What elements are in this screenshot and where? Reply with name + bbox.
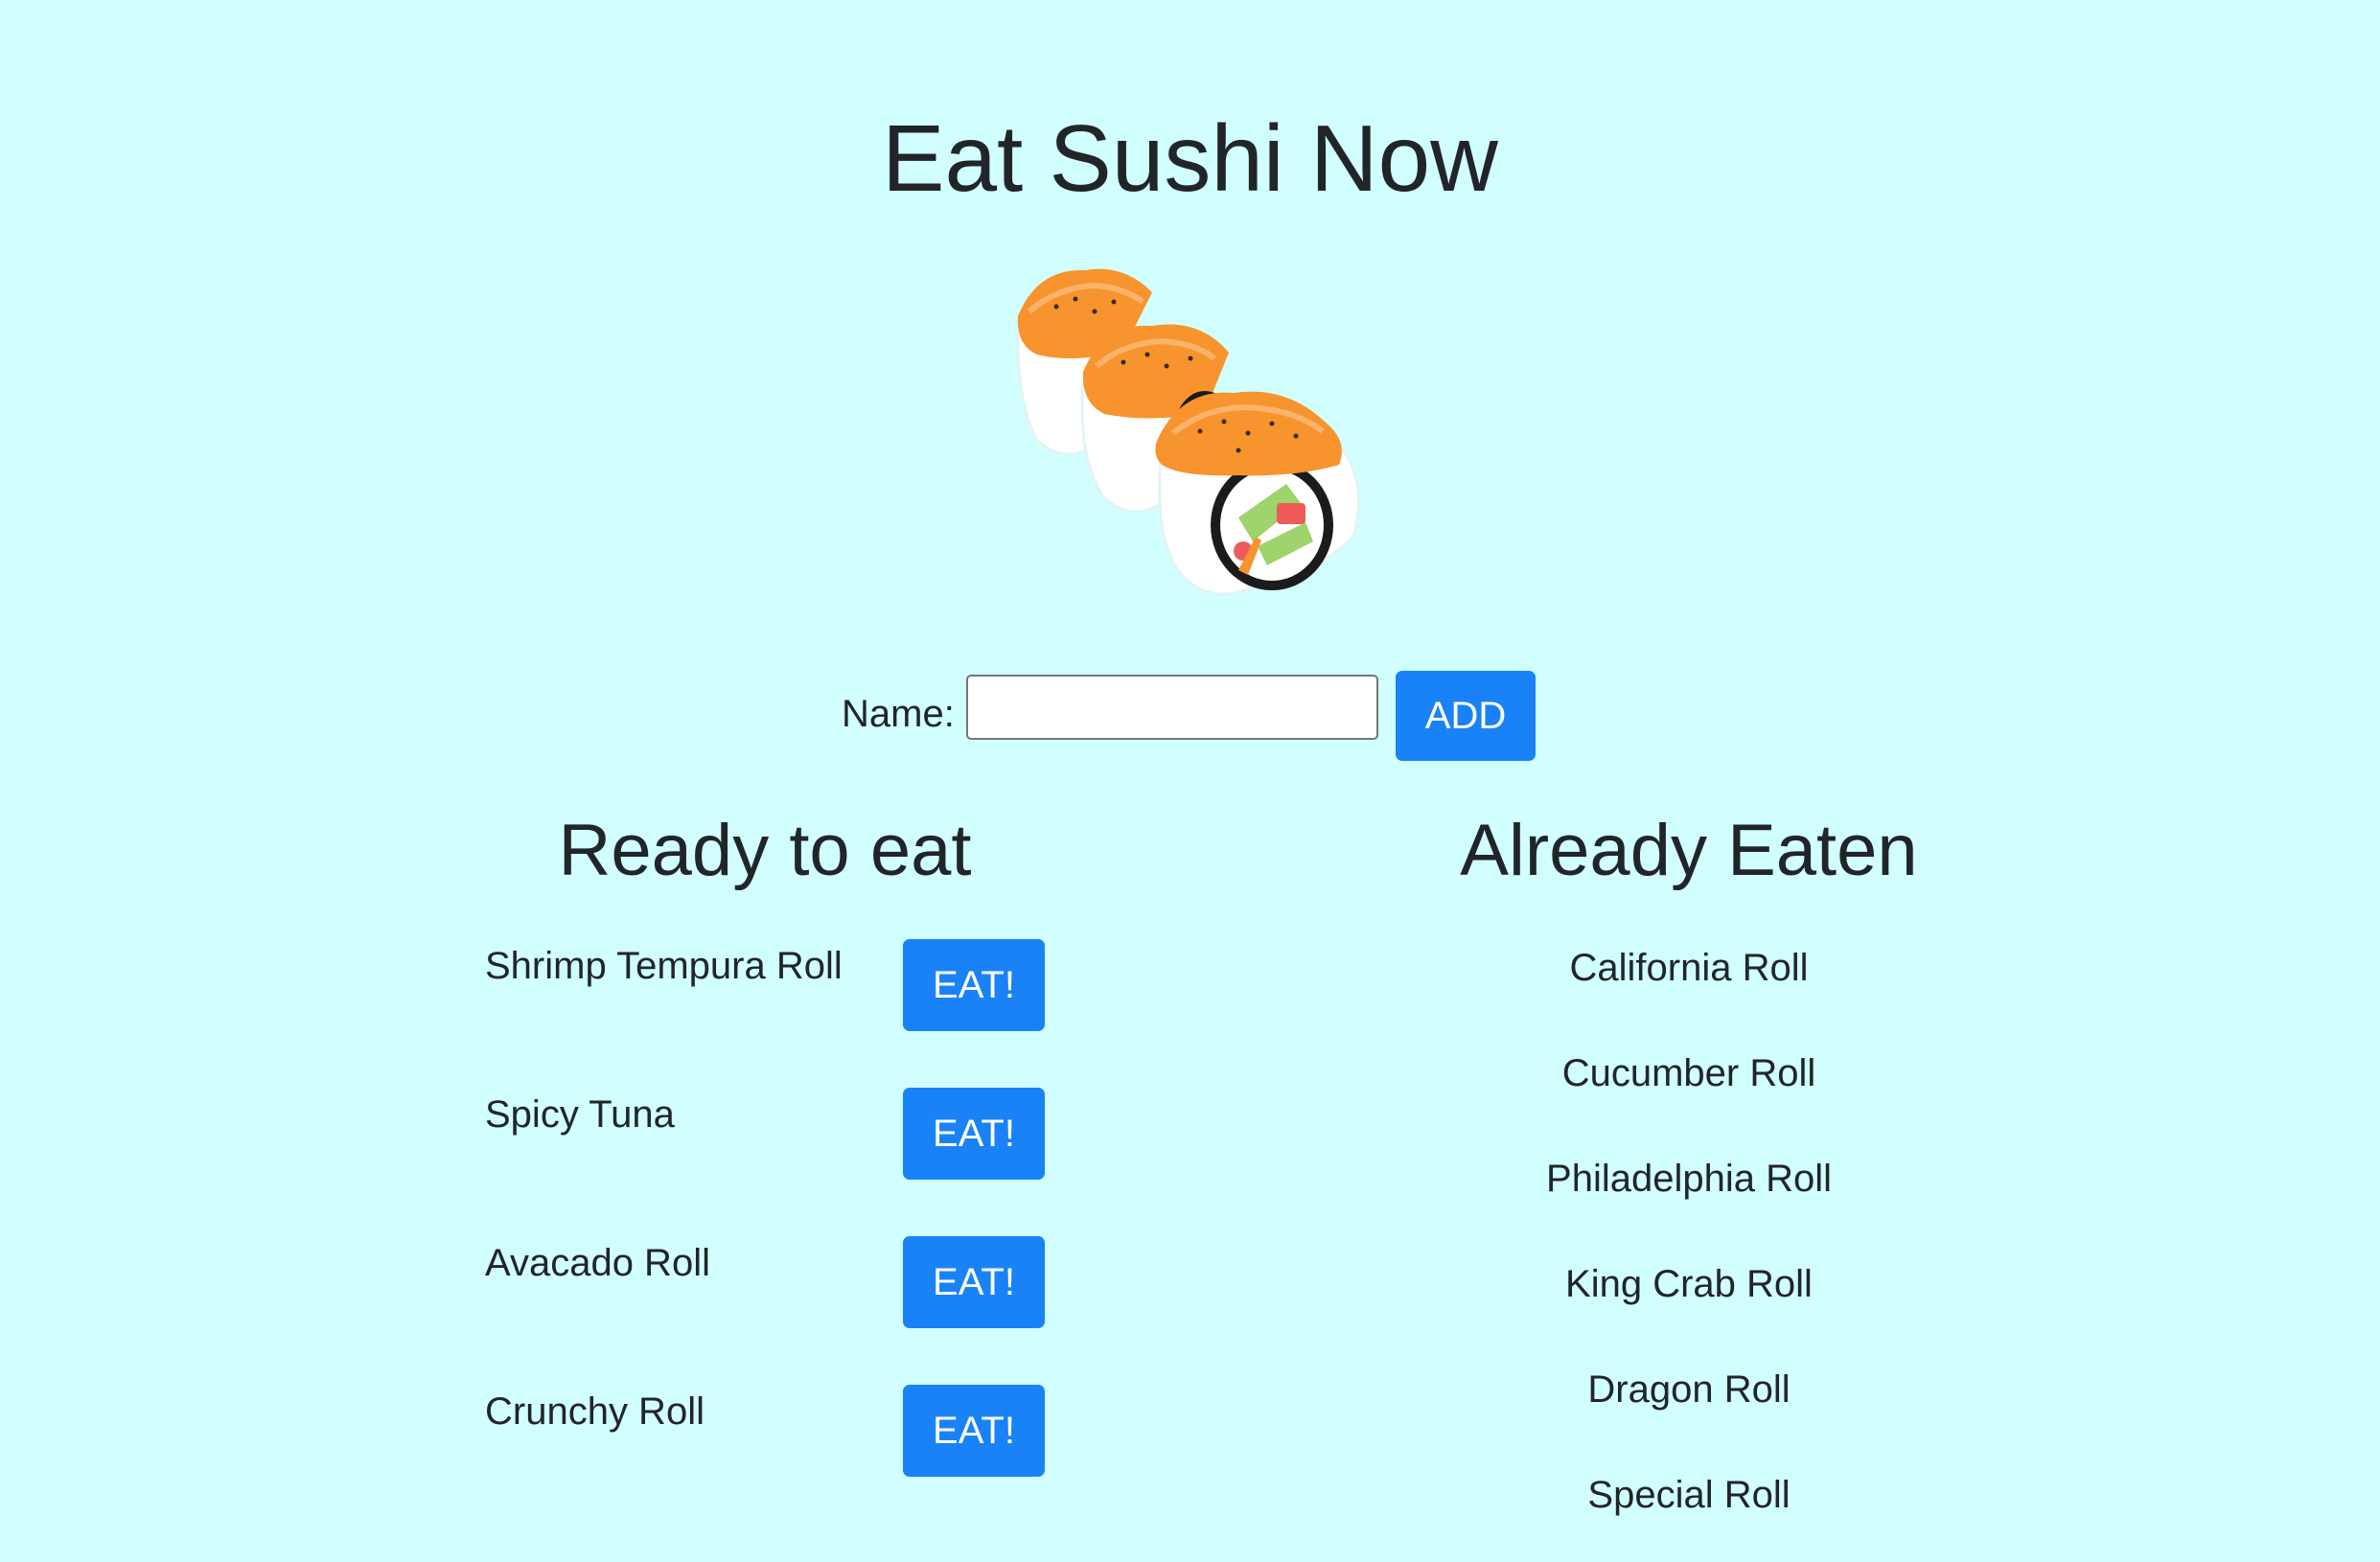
eaten-list-item: King Crab Roll: [1565, 1263, 1813, 1305]
eat-button[interactable]: EAT!: [903, 939, 1045, 1031]
eaten-list-item: Philadelphia Roll: [1546, 1158, 1832, 1200]
sushi-name: Avacado Roll: [485, 1242, 710, 1284]
sushi-name: Spicy Tuna: [485, 1093, 675, 1136]
eat-button[interactable]: EAT!: [903, 1385, 1045, 1477]
sushi-name: Crunchy Roll: [485, 1390, 705, 1433]
eaten-list-item: Special Roll: [1587, 1474, 1791, 1516]
page: Eat Sushi Now Name: ADD Ready to eat Alr…: [0, 0, 2380, 1562]
eaten-list-item: California Roll: [1569, 947, 1809, 989]
sushi-name: Shrimp Tempura Roll: [485, 945, 843, 987]
ready-list-item: Spicy Tuna EAT!: [485, 1088, 1060, 1180]
sushi-rolls-image: [1016, 268, 1361, 596]
ready-list-item: Shrimp Tempura Roll EAT!: [485, 939, 1060, 1031]
add-button[interactable]: ADD: [1396, 671, 1536, 761]
page-title: Eat Sushi Now: [882, 105, 1498, 211]
add-sushi-form: Name: ADD: [0, 671, 2380, 763]
name-label: Name:: [842, 693, 955, 735]
eaten-list-item: Dragon Roll: [1587, 1368, 1791, 1411]
name-input[interactable]: [966, 675, 1378, 740]
ready-list-item: Crunchy Roll EAT!: [485, 1385, 1060, 1477]
eat-button[interactable]: EAT!: [903, 1236, 1045, 1328]
eat-button[interactable]: EAT!: [903, 1088, 1045, 1180]
sushi-roll-front: [1155, 391, 1361, 596]
ready-to-eat-heading: Ready to eat: [558, 810, 972, 891]
eaten-list-item: Cucumber Roll: [1561, 1052, 1816, 1094]
already-eaten-heading: Already Eaten: [1460, 810, 1918, 891]
ready-list-item: Avacado Roll EAT!: [485, 1236, 1060, 1328]
